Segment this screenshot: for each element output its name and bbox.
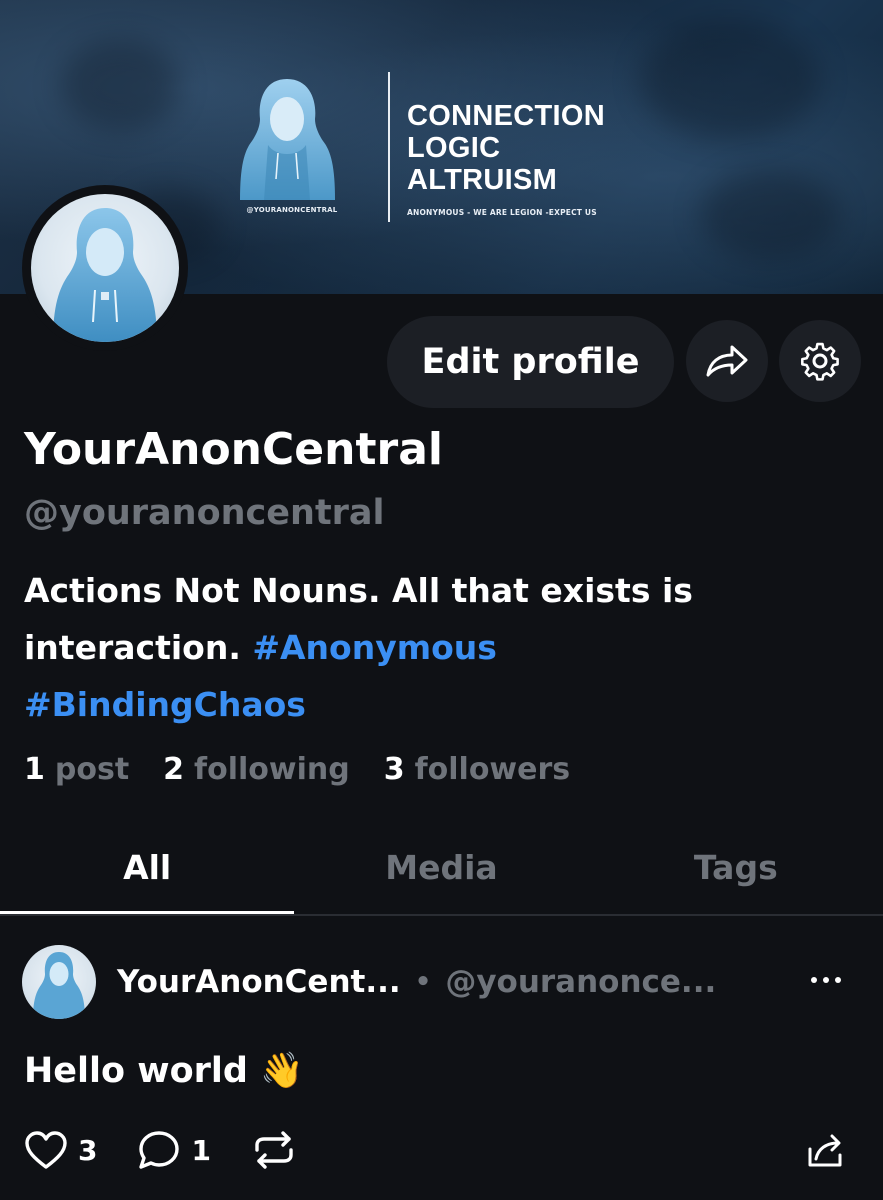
avatar-hooded-figure-icon — [53, 208, 157, 342]
banner-tagline: ANONYMOUS - WE ARE LEGION -EXPECT US — [407, 208, 597, 217]
profile-avatar[interactable] — [22, 185, 188, 351]
post-author-handle[interactable]: @youranonce... — [445, 964, 716, 1000]
banner-word: LOGIC — [407, 132, 501, 164]
avatar-hooded-figure-icon — [33, 952, 85, 1019]
stat-followers[interactable]: 3 followers — [384, 752, 570, 787]
gear-icon — [801, 342, 839, 381]
stat-label: post — [54, 752, 130, 787]
profile-handle: @youranoncentral — [24, 493, 385, 533]
stat-label: followers — [414, 752, 571, 787]
banner-word: ALTRUISM — [407, 164, 558, 196]
more-dots-icon — [811, 977, 841, 983]
share-post-button[interactable] — [806, 1131, 844, 1173]
comment-bubble-icon — [139, 1131, 180, 1169]
post-header: YourAnonCent... • @youranonce... — [117, 962, 797, 1002]
post-actions: 3 1 — [24, 1128, 297, 1172]
profile-page: @YOURANONCENTRAL CONNECTION LOGIC ALTRUI… — [0, 0, 883, 1200]
tabs-divider — [0, 914, 883, 916]
like-button[interactable]: 3 — [24, 1130, 97, 1170]
banner-divider — [388, 72, 390, 222]
share-arrow-icon — [706, 345, 748, 377]
heart-icon — [25, 1131, 67, 1169]
display-name: YourAnonCentral — [24, 424, 443, 475]
stat-count: 1 — [24, 752, 45, 787]
stat-count: 2 — [163, 752, 185, 787]
export-share-icon — [808, 1134, 842, 1167]
post-author-avatar[interactable] — [22, 945, 96, 1019]
post-separator: • — [414, 967, 432, 997]
stat-following[interactable]: 2 following — [163, 752, 350, 787]
tab-all[interactable]: All — [0, 820, 295, 915]
banner-slogan: CONNECTION LOGIC ALTRUISM — [407, 100, 605, 196]
post-body: Hello world 👋 — [24, 1051, 304, 1091]
post-author-name[interactable]: YourAnonCent... — [117, 964, 401, 1000]
stat-label: following — [194, 752, 350, 787]
settings-button[interactable] — [779, 320, 861, 402]
hashtag-link[interactable]: #Anonymous — [252, 628, 497, 667]
reply-button[interactable]: 1 — [137, 1129, 211, 1171]
banner-handle-text: @YOURANONCENTRAL — [246, 206, 338, 214]
stat-count: 3 — [383, 752, 405, 787]
profile-bio: Actions Not Nouns. All that exists is in… — [24, 562, 844, 733]
hooded-figure-logo — [240, 79, 335, 200]
share-profile-button[interactable] — [686, 320, 768, 402]
profile-stats: 1 post 2 following 3 followers — [24, 752, 604, 787]
like-count: 3 — [78, 1133, 98, 1167]
tab-media[interactable]: Media — [294, 820, 588, 915]
edit-profile-button[interactable]: Edit profile — [387, 316, 674, 408]
profile-tabs: All Media Tags — [0, 820, 883, 915]
repost-button[interactable] — [251, 1130, 297, 1170]
stat-posts[interactable]: 1 post — [24, 752, 129, 787]
repost-icon — [255, 1131, 293, 1169]
banner-word: CONNECTION — [407, 100, 605, 132]
tab-tags[interactable]: Tags — [589, 820, 883, 915]
post-more-button[interactable] — [806, 960, 846, 1000]
reply-count: 1 — [191, 1133, 211, 1167]
hashtag-link[interactable]: #BindingChaos — [24, 685, 306, 724]
